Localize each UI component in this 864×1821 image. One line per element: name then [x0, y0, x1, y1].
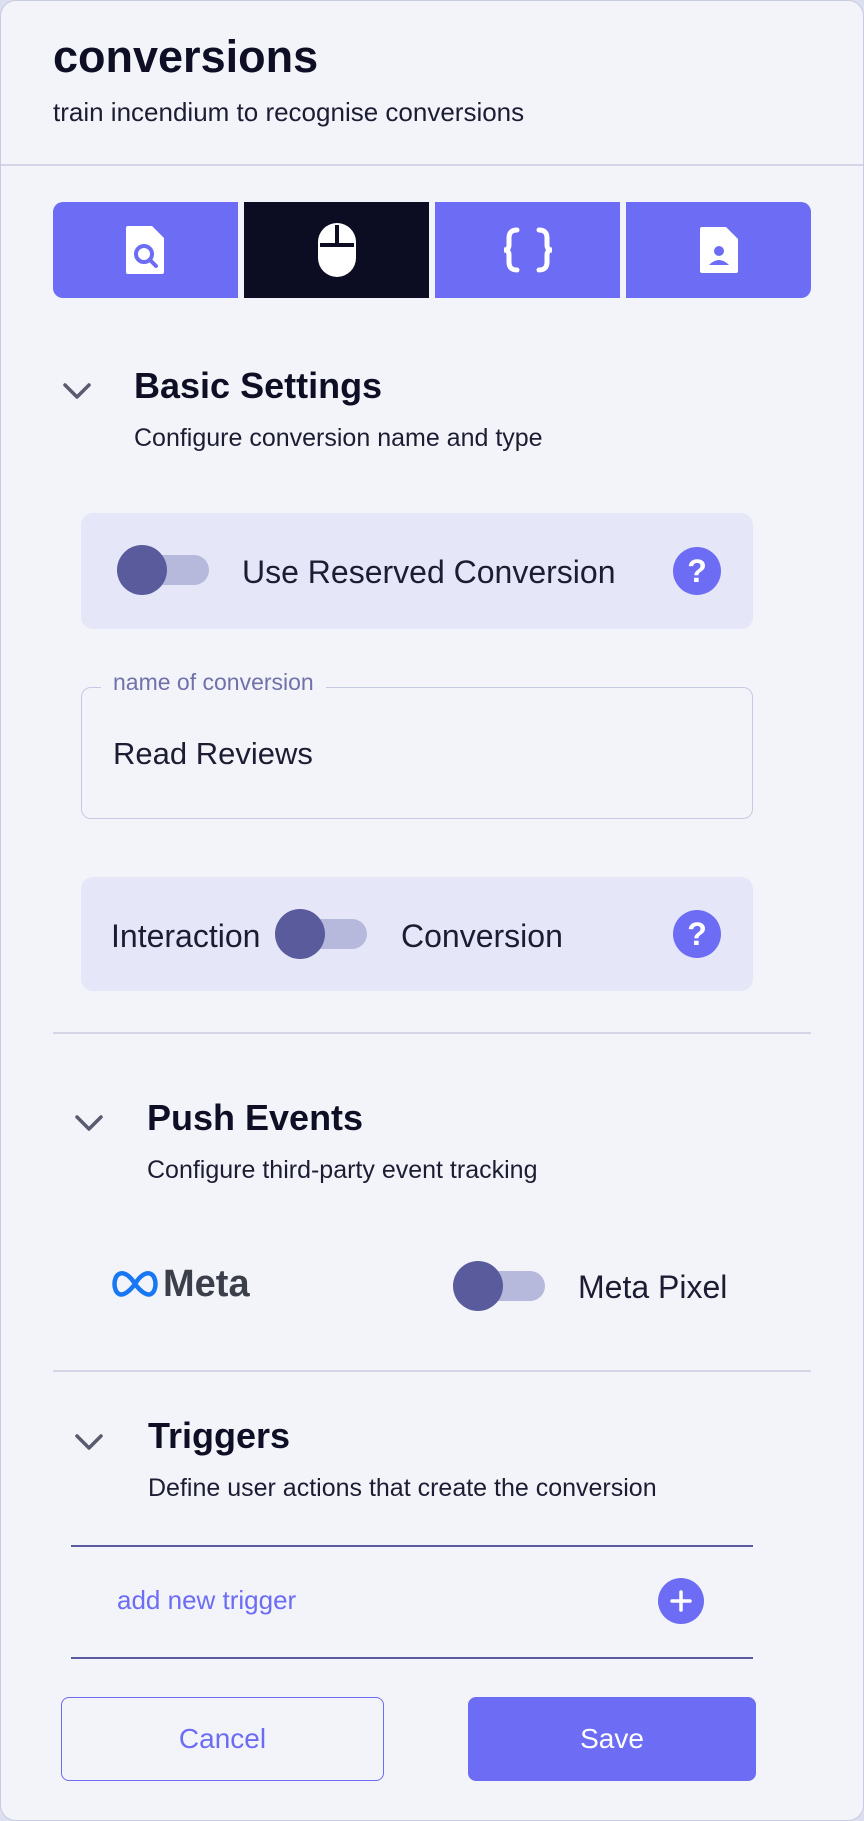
reserved-conversion-toggle[interactable]: [117, 545, 209, 595]
conversion-name-value[interactable]: Read Reviews: [113, 736, 313, 772]
meta-logo: Meta: [111, 1263, 250, 1305]
plus-icon: [670, 1590, 692, 1612]
meta-pixel-label: Meta Pixel: [578, 1269, 728, 1305]
tab-bar: [53, 202, 811, 298]
meta-logo-text: Meta: [163, 1262, 250, 1305]
push-events-title: Push Events: [147, 1097, 364, 1138]
conversion-type-toggle[interactable]: [275, 909, 367, 959]
save-button[interactable]: Save: [468, 1697, 756, 1781]
page-subtitle: train incendium to recognise conversions: [53, 97, 525, 127]
meta-infinity-icon: [112, 1271, 158, 1297]
chevron-down-icon[interactable]: [71, 1424, 107, 1460]
tab-user-document[interactable]: [626, 202, 811, 298]
file-search-icon: [125, 226, 164, 274]
reserved-conversion-label: Use Reserved Conversion: [242, 554, 616, 590]
panel-header: conversions train incendium to recognise…: [1, 1, 863, 166]
interaction-label: Interaction: [111, 918, 261, 954]
basic-settings-description: Configure conversion name and type: [134, 424, 543, 452]
chevron-down-icon[interactable]: [71, 1105, 107, 1141]
code-braces-icon: [503, 227, 552, 273]
push-events-description: Configure third-party event tracking: [147, 1156, 538, 1184]
tab-mouse[interactable]: [244, 202, 429, 298]
help-icon[interactable]: ?: [673, 547, 721, 595]
conversion-type-card: Interaction Conversion ?: [81, 877, 753, 991]
page-title: conversions: [53, 31, 319, 82]
tab-code[interactable]: [435, 202, 620, 298]
mouse-icon: [317, 223, 356, 277]
conversions-panel: conversions train incendium to recognise…: [0, 0, 864, 1821]
cancel-button[interactable]: Cancel: [61, 1697, 384, 1781]
section-divider: [53, 1032, 811, 1034]
reserved-conversion-card: Use Reserved Conversion ?: [81, 513, 753, 629]
section-divider: [53, 1370, 811, 1372]
conversion-name-legend: name of conversion: [101, 669, 326, 696]
add-trigger-label[interactable]: add new trigger: [117, 1585, 296, 1616]
basic-settings-title: Basic Settings: [134, 365, 383, 406]
triggers-title: Triggers: [148, 1415, 291, 1456]
meta-pixel-toggle[interactable]: [453, 1261, 545, 1311]
tab-file-search[interactable]: [53, 202, 238, 298]
chevron-down-icon[interactable]: [59, 373, 95, 409]
conversion-label: Conversion: [401, 918, 563, 954]
triggers-description: Define user actions that create the conv…: [148, 1474, 657, 1502]
user-document-icon: [699, 227, 738, 273]
help-icon[interactable]: ?: [673, 910, 721, 958]
add-trigger-button[interactable]: [658, 1578, 704, 1624]
